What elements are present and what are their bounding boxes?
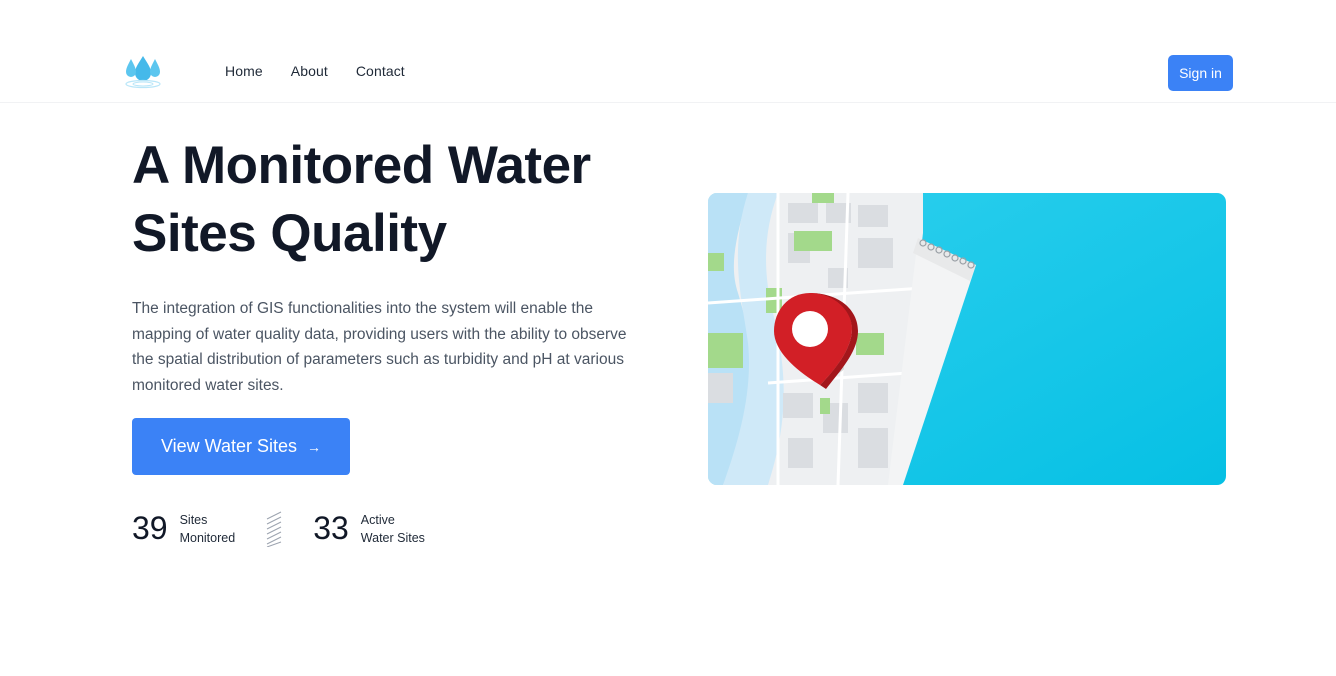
- nav-contact-link[interactable]: Contact: [356, 63, 405, 79]
- stat-label-line: Active: [360, 512, 395, 527]
- water-drops-logo-icon[interactable]: [122, 53, 164, 91]
- stat-value: 33: [313, 510, 349, 546]
- hero-description: The integration of GIS functionalities i…: [132, 300, 627, 394]
- nav-home-link[interactable]: Home: [225, 63, 263, 79]
- stat-label-line: Monitored: [179, 530, 236, 545]
- stat-label-line: Sites: [179, 512, 208, 527]
- site-header: Home About Contact Sign in: [0, 0, 1336, 103]
- hatched-divider-icon: [266, 511, 282, 547]
- stat-label: Active Water Sites: [361, 511, 425, 547]
- view-water-sites-button[interactable]: View Water Sites →: [132, 418, 350, 475]
- stat-label: Sites Monitored: [180, 511, 236, 547]
- stat-active-water-sites: 33 Active Water Sites: [313, 510, 425, 547]
- stat-label-line: Water Sites: [360, 530, 425, 545]
- map-pin-illustration: [708, 193, 1226, 485]
- stat-value: 39: [132, 510, 168, 546]
- stat-sites-monitored: 39 Sites Monitored: [132, 510, 235, 547]
- nav-about-link[interactable]: About: [291, 63, 328, 79]
- arrow-right-icon: →: [307, 438, 322, 455]
- sign-in-button[interactable]: Sign in: [1168, 55, 1233, 91]
- map-location-pin-illustration: [708, 193, 1226, 485]
- hero-title: A Monitored Water Sites Quality: [132, 136, 591, 263]
- main-nav: Home About Contact: [225, 63, 405, 79]
- stats-row: 39 Sites Monitored 33 Active Water Sites: [132, 510, 425, 547]
- cta-label: View Water Sites: [160, 436, 298, 456]
